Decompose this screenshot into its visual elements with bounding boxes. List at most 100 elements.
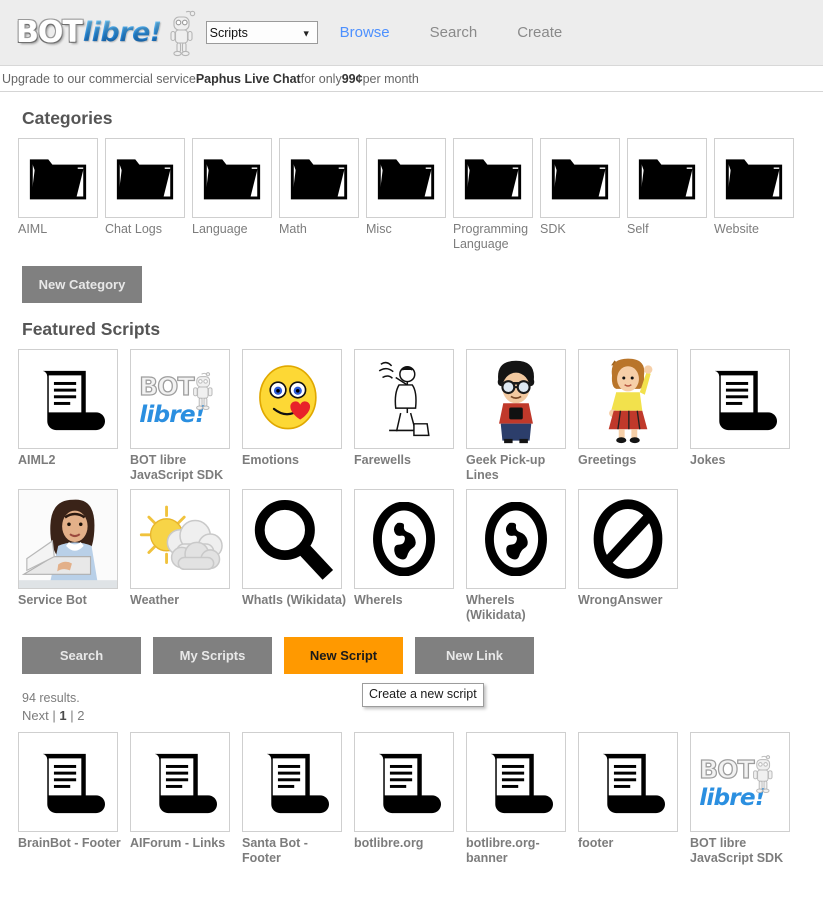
tile-bot-libre-javascript-sdk[interactable]: BOT libre! BOT libre JavaScript SDK (130, 349, 242, 483)
robot-mascot-icon (166, 8, 196, 58)
nav-browse[interactable]: Browse (340, 24, 390, 41)
my-scripts-button[interactable]: My Scripts (153, 637, 272, 674)
tile-sdk[interactable]: SDK (540, 138, 627, 252)
tile-label: BOT libre JavaScript SDK (130, 453, 224, 482)
tile-self[interactable]: Self (627, 138, 714, 252)
site-header: BOT libre! Scripts ▼ Browse Search Creat… (0, 0, 823, 66)
site-section-select[interactable]: Scripts (205, 21, 318, 44)
site-section-select-wrap[interactable]: Scripts ▼ (205, 21, 318, 44)
tile-label: WhereIs (Wikidata) (466, 593, 526, 622)
magnifier-icon (254, 500, 334, 580)
tile-label: botlibre.org-banner (466, 836, 540, 865)
new-category-button[interactable]: New Category (22, 266, 142, 303)
tile-thumbnail (354, 349, 454, 449)
tile-aiml2[interactable]: AIML2 (18, 349, 130, 483)
new-link-button[interactable]: New Link (415, 637, 534, 674)
action-button-bar: Search My Scripts New Script New Link (22, 637, 805, 674)
tile-aiforum-links[interactable]: AIForum - Links (130, 732, 242, 866)
tile-jokes[interactable]: Jokes (690, 349, 802, 483)
script-scroll-icon (714, 370, 777, 431)
new-script-button[interactable]: New Script (284, 637, 403, 674)
featured-scripts-grid-row-1: AIML2 BOT libre! BOT libre JavaScript SD… (18, 349, 805, 483)
tile-misc[interactable]: Misc (366, 138, 453, 252)
logo-libre-text: libre! (82, 17, 162, 48)
tile-service-bot[interactable]: Service Bot (18, 489, 130, 623)
tile-farewells[interactable]: Farewells (354, 349, 466, 483)
tile-whereis[interactable]: WhereIs (354, 489, 466, 623)
promo-brand[interactable]: Paphus Live Chat (196, 72, 301, 86)
tile-label: WhereIs (354, 593, 403, 607)
man-waving-icon (378, 361, 430, 437)
pager-page-1[interactable]: 1 (59, 708, 66, 723)
folder-icon (638, 159, 696, 200)
folder-icon (290, 159, 348, 200)
pagination: Next | 1 | 2 (22, 707, 805, 724)
tile-thumbnail (130, 489, 230, 589)
tile-label: Math (279, 222, 307, 236)
tile-programming-language[interactable]: Programming Language (453, 138, 540, 252)
script-scroll-icon (42, 370, 105, 431)
search-button[interactable]: Search (22, 637, 141, 674)
pager-next[interactable]: Next (22, 708, 49, 723)
tile-label: Website (714, 222, 759, 236)
tile-thumbnail: BOT libre! (130, 349, 230, 449)
script-scroll-icon (378, 753, 441, 814)
logo-bot-text: BOT (16, 15, 83, 50)
folder-icon (29, 159, 87, 200)
folder-icon (203, 159, 261, 200)
tile-thumbnail (540, 138, 620, 218)
tile-label: AIML2 (18, 453, 56, 467)
tile-aiml[interactable]: AIML (18, 138, 105, 252)
tile-label: Chat Logs (105, 222, 162, 236)
tile-weather[interactable]: Weather (130, 489, 242, 623)
girl-waving-icon (608, 358, 653, 444)
pager-page-2[interactable]: 2 (77, 708, 84, 723)
nav-create[interactable]: Create (517, 24, 562, 41)
pager-sep-1: | (48, 708, 60, 723)
tile-botlibre-org-banner[interactable]: botlibre.org-banner (466, 732, 578, 866)
tile-math[interactable]: Math (279, 138, 366, 252)
tile-thumbnail (18, 349, 118, 449)
tile-label: AIForum - Links (130, 836, 226, 850)
tile-emotions[interactable]: Emotions (242, 349, 354, 483)
tile-santa-bot-footer[interactable]: Santa Bot - Footer (242, 732, 354, 866)
script-scroll-icon (154, 753, 217, 814)
tile-label: Language (192, 222, 248, 236)
tile-thumbnail (105, 138, 185, 218)
tile-thumbnail (18, 489, 118, 589)
tile-geek-pick-up-lines[interactable]: Geek Pick-up Lines (466, 349, 578, 483)
tile-whatis-wikidata[interactable]: WhatIs (Wikidata) (242, 489, 354, 623)
botlibre-logo-icon: BOT libre! (699, 754, 773, 811)
tile-thumbnail (279, 138, 359, 218)
tile-botlibre-org[interactable]: botlibre.org (354, 732, 466, 866)
tile-greetings[interactable]: Greetings (578, 349, 690, 483)
svg-text:libre!: libre! (699, 784, 764, 811)
woman-laptop-photo-icon (19, 490, 117, 588)
tile-thumbnail (242, 732, 342, 832)
featured-scripts-grid-row-2: Service Bot Weather WhatIs (Wikidata) Wh… (18, 489, 805, 623)
tile-label: BOT libre JavaScript SDK (690, 836, 784, 865)
tile-label: Service Bot (18, 593, 87, 607)
tile-thumbnail (578, 732, 678, 832)
tile-thumbnail (192, 138, 272, 218)
globe-icon (373, 502, 435, 576)
tile-chat-logs[interactable]: Chat Logs (105, 138, 192, 252)
nav-search[interactable]: Search (430, 24, 478, 41)
smiley-heart-icon (259, 365, 317, 430)
tile-label: BrainBot - Footer (18, 836, 121, 850)
promo-suffix: per month (362, 71, 419, 86)
tile-footer[interactable]: footer (578, 732, 690, 866)
promo-middle: for only (300, 71, 342, 86)
tile-whereis-wikidata[interactable]: WhereIs (Wikidata) (466, 489, 578, 623)
categories-title: Categories (22, 108, 113, 128)
tile-website[interactable]: Website (714, 138, 801, 252)
tile-brainbot-footer[interactable]: BrainBot - Footer (18, 732, 130, 866)
tile-bot-libre-javascript-sdk[interactable]: BOT libre! BOT libre JavaScript SDK (690, 732, 802, 866)
site-logo[interactable]: BOT libre! (16, 7, 196, 59)
tile-label: AIML (18, 222, 48, 236)
tile-label: Self (627, 222, 649, 236)
tile-wronganswer[interactable]: WrongAnswer (578, 489, 690, 623)
globe-icon (485, 502, 547, 576)
tile-language[interactable]: Language (192, 138, 279, 252)
tile-thumbnail (354, 732, 454, 832)
